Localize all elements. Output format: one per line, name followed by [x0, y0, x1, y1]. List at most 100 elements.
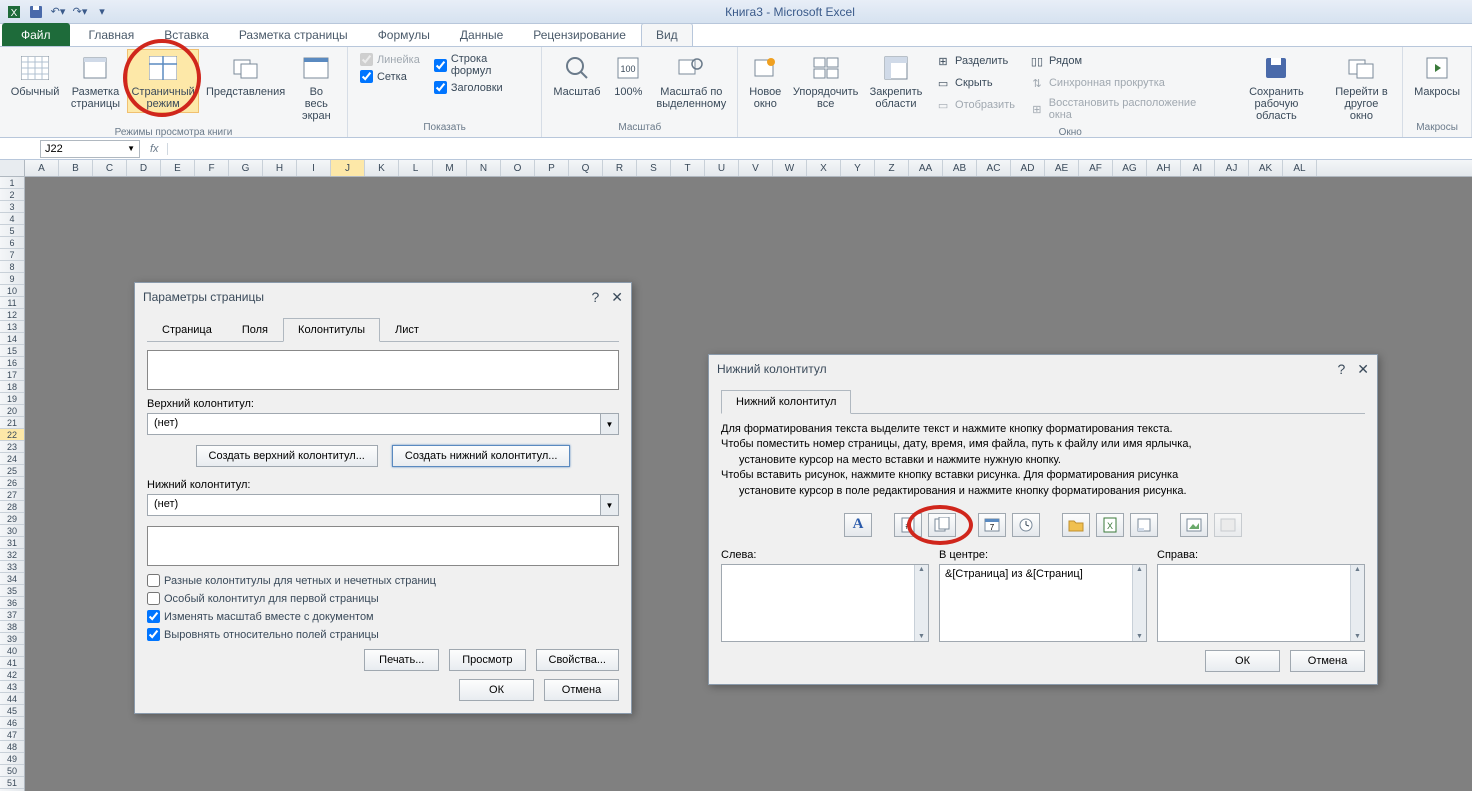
save-icon[interactable]: [26, 2, 46, 22]
row-header[interactable]: 18: [0, 381, 24, 393]
row-header[interactable]: 35: [0, 585, 24, 597]
col-header[interactable]: AK: [1249, 160, 1283, 176]
custom-views-button[interactable]: Представления: [201, 49, 289, 101]
full-screen-button[interactable]: Во весь экран: [292, 49, 341, 125]
headings-checkbox[interactable]: Заголовки: [434, 81, 530, 94]
col-header[interactable]: E: [161, 160, 195, 176]
create-footer-button[interactable]: Создать нижний колонтитул...: [392, 445, 571, 467]
row-header[interactable]: 30: [0, 525, 24, 537]
col-header[interactable]: B: [59, 160, 93, 176]
row-header[interactable]: 41: [0, 657, 24, 669]
row-header[interactable]: 44: [0, 693, 24, 705]
row-header[interactable]: 32: [0, 549, 24, 561]
col-header[interactable]: P: [535, 160, 569, 176]
row-header[interactable]: 36: [0, 597, 24, 609]
row-header[interactable]: 14: [0, 333, 24, 345]
normal-view-button[interactable]: Обычный: [6, 49, 64, 101]
col-header[interactable]: AD: [1011, 160, 1045, 176]
row-header[interactable]: 19: [0, 393, 24, 405]
tab-view[interactable]: Вид: [641, 23, 693, 46]
row-header[interactable]: 24: [0, 453, 24, 465]
row-header[interactable]: 22: [0, 429, 24, 441]
diff-pages-checkbox[interactable]: Разные колонтитулы для четных и нечетных…: [147, 574, 619, 587]
time-button[interactable]: [1012, 513, 1040, 537]
footer-tab[interactable]: Нижний колонтитул: [721, 390, 851, 414]
tab-data[interactable]: Данные: [445, 23, 518, 46]
row-header[interactable]: 48: [0, 741, 24, 753]
row-header[interactable]: 50: [0, 765, 24, 777]
row-header[interactable]: 2: [0, 189, 24, 201]
header-combo[interactable]: (нет)▼: [147, 413, 619, 435]
row-header[interactable]: 10: [0, 285, 24, 297]
col-header[interactable]: Y: [841, 160, 875, 176]
col-header[interactable]: AL: [1283, 160, 1317, 176]
row-header[interactable]: 9: [0, 273, 24, 285]
col-header[interactable]: J: [331, 160, 365, 176]
row-header[interactable]: 40: [0, 645, 24, 657]
file-path-button[interactable]: [1062, 513, 1090, 537]
redo-icon[interactable]: ↷▾: [70, 2, 90, 22]
col-header[interactable]: AJ: [1215, 160, 1249, 176]
row-header[interactable]: 6: [0, 237, 24, 249]
row-header[interactable]: 47: [0, 729, 24, 741]
col-header[interactable]: AA: [909, 160, 943, 176]
col-header[interactable]: M: [433, 160, 467, 176]
row-header[interactable]: 1: [0, 177, 24, 189]
hide-button[interactable]: ▭Скрыть: [931, 73, 1019, 93]
format-picture-button[interactable]: [1214, 513, 1242, 537]
center-section[interactable]: &[Страница] из &[Страниц]: [939, 564, 1147, 642]
scrollbar[interactable]: [1350, 565, 1364, 641]
col-header[interactable]: D: [127, 160, 161, 176]
row-header[interactable]: 25: [0, 465, 24, 477]
scrollbar[interactable]: [1132, 565, 1146, 641]
col-header[interactable]: Q: [569, 160, 603, 176]
col-header[interactable]: AH: [1147, 160, 1181, 176]
col-header[interactable]: AI: [1181, 160, 1215, 176]
row-header[interactable]: 7: [0, 249, 24, 261]
ok-button[interactable]: ОК: [1205, 650, 1280, 672]
row-header[interactable]: 11: [0, 297, 24, 309]
col-header[interactable]: U: [705, 160, 739, 176]
col-header[interactable]: O: [501, 160, 535, 176]
footer-combo[interactable]: (нет)▼: [147, 494, 619, 516]
tab-headerfooter[interactable]: Колонтитулы: [283, 318, 380, 342]
save-workspace-button[interactable]: Сохранить рабочую область: [1228, 49, 1325, 125]
row-header[interactable]: 12: [0, 309, 24, 321]
row-header[interactable]: 39: [0, 633, 24, 645]
tab-layout[interactable]: Разметка страницы: [224, 23, 363, 46]
undo-icon[interactable]: ↶▾: [48, 2, 68, 22]
name-box[interactable]: J22▼: [40, 140, 140, 158]
scale-checkbox[interactable]: Изменять масштаб вместе с документом: [147, 610, 619, 623]
col-header[interactable]: C: [93, 160, 127, 176]
align-checkbox[interactable]: Выровнять относительно полей страницы: [147, 628, 619, 641]
tab-formulas[interactable]: Формулы: [363, 23, 445, 46]
ok-button[interactable]: ОК: [459, 679, 534, 701]
row-header[interactable]: 20: [0, 405, 24, 417]
preview-button[interactable]: Просмотр: [449, 649, 525, 671]
row-header[interactable]: 16: [0, 357, 24, 369]
tab-file[interactable]: Файл: [2, 23, 70, 46]
page-number-button[interactable]: #: [894, 513, 922, 537]
row-header[interactable]: 3: [0, 201, 24, 213]
page-count-button[interactable]: [928, 513, 956, 537]
row-header[interactable]: 38: [0, 621, 24, 633]
zoom-button[interactable]: Масштаб: [548, 49, 605, 101]
row-header[interactable]: 27: [0, 489, 24, 501]
row-header[interactable]: 51: [0, 777, 24, 789]
row-header[interactable]: 26: [0, 477, 24, 489]
first-page-checkbox[interactable]: Особый колонтитул для первой страницы: [147, 592, 619, 605]
new-window-button[interactable]: Новое окно: [744, 49, 786, 113]
macros-button[interactable]: Макросы: [1409, 49, 1465, 101]
row-header[interactable]: 33: [0, 561, 24, 573]
col-header[interactable]: G: [229, 160, 263, 176]
col-header[interactable]: Z: [875, 160, 909, 176]
row-header[interactable]: 28: [0, 501, 24, 513]
help-icon[interactable]: ?: [1337, 361, 1345, 378]
formula-input[interactable]: [168, 147, 1472, 151]
col-header[interactable]: A: [25, 160, 59, 176]
row-header[interactable]: 21: [0, 417, 24, 429]
row-header[interactable]: 37: [0, 609, 24, 621]
sheet-name-button[interactable]: [1130, 513, 1158, 537]
row-header[interactable]: 4: [0, 213, 24, 225]
row-header[interactable]: 8: [0, 261, 24, 273]
